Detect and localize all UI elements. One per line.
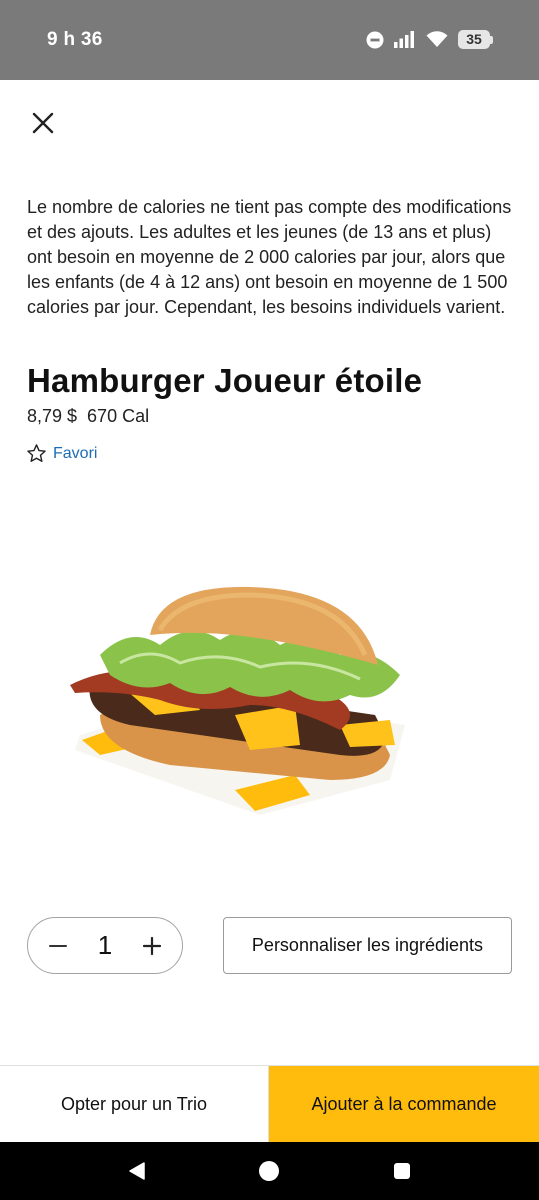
wifi-icon [426, 31, 448, 47]
recents-icon [394, 1163, 410, 1179]
plus-icon [142, 936, 162, 955]
status-time: 9 h 36 [47, 29, 103, 50]
favorite-button[interactable]: Favori [26, 443, 97, 464]
status-icons: 35 [366, 30, 493, 49]
close-button[interactable] [26, 106, 60, 140]
battery-icon: 35 [458, 30, 493, 49]
battery-level: 35 [458, 30, 490, 49]
product-calories: 670 Cal [87, 406, 150, 426]
status-bar: 9 h 36 35 [0, 0, 539, 80]
combo-button[interactable]: Opter pour un Trio [0, 1066, 269, 1143]
quantity-stepper: 1 [27, 917, 183, 974]
bottom-action-bar: Opter pour un Trio Ajouter à la commande [0, 1065, 539, 1143]
increment-button[interactable] [140, 934, 164, 958]
customize-ingredients-button[interactable]: Personnaliser les ingrédients [223, 917, 512, 974]
system-nav-bar [0, 1142, 539, 1200]
decrement-button[interactable] [46, 934, 70, 958]
do-not-disturb-icon [366, 31, 384, 48]
nav-home[interactable] [258, 1160, 280, 1182]
product-title: Hamburger Joueur étoile [27, 362, 423, 399]
back-icon [129, 1162, 145, 1180]
product-price: 8,79 $ [27, 406, 78, 426]
signal-icon [394, 31, 414, 48]
favorite-label: Favori [53, 444, 98, 462]
minus-icon [49, 944, 67, 947]
nav-back[interactable] [126, 1160, 148, 1182]
home-icon [259, 1161, 279, 1181]
star-icon [27, 444, 46, 462]
calorie-disclaimer: Le nombre de calories ne tient pas compt… [27, 197, 512, 317]
price-calories: 8,79 $ 670 Cal [27, 406, 149, 427]
product-image [70, 586, 405, 815]
quantity-value: 1 [97, 930, 113, 960]
add-to-order-button[interactable]: Ajouter à la commande [269, 1066, 539, 1143]
nav-recents[interactable] [391, 1160, 413, 1182]
close-icon [32, 112, 54, 134]
